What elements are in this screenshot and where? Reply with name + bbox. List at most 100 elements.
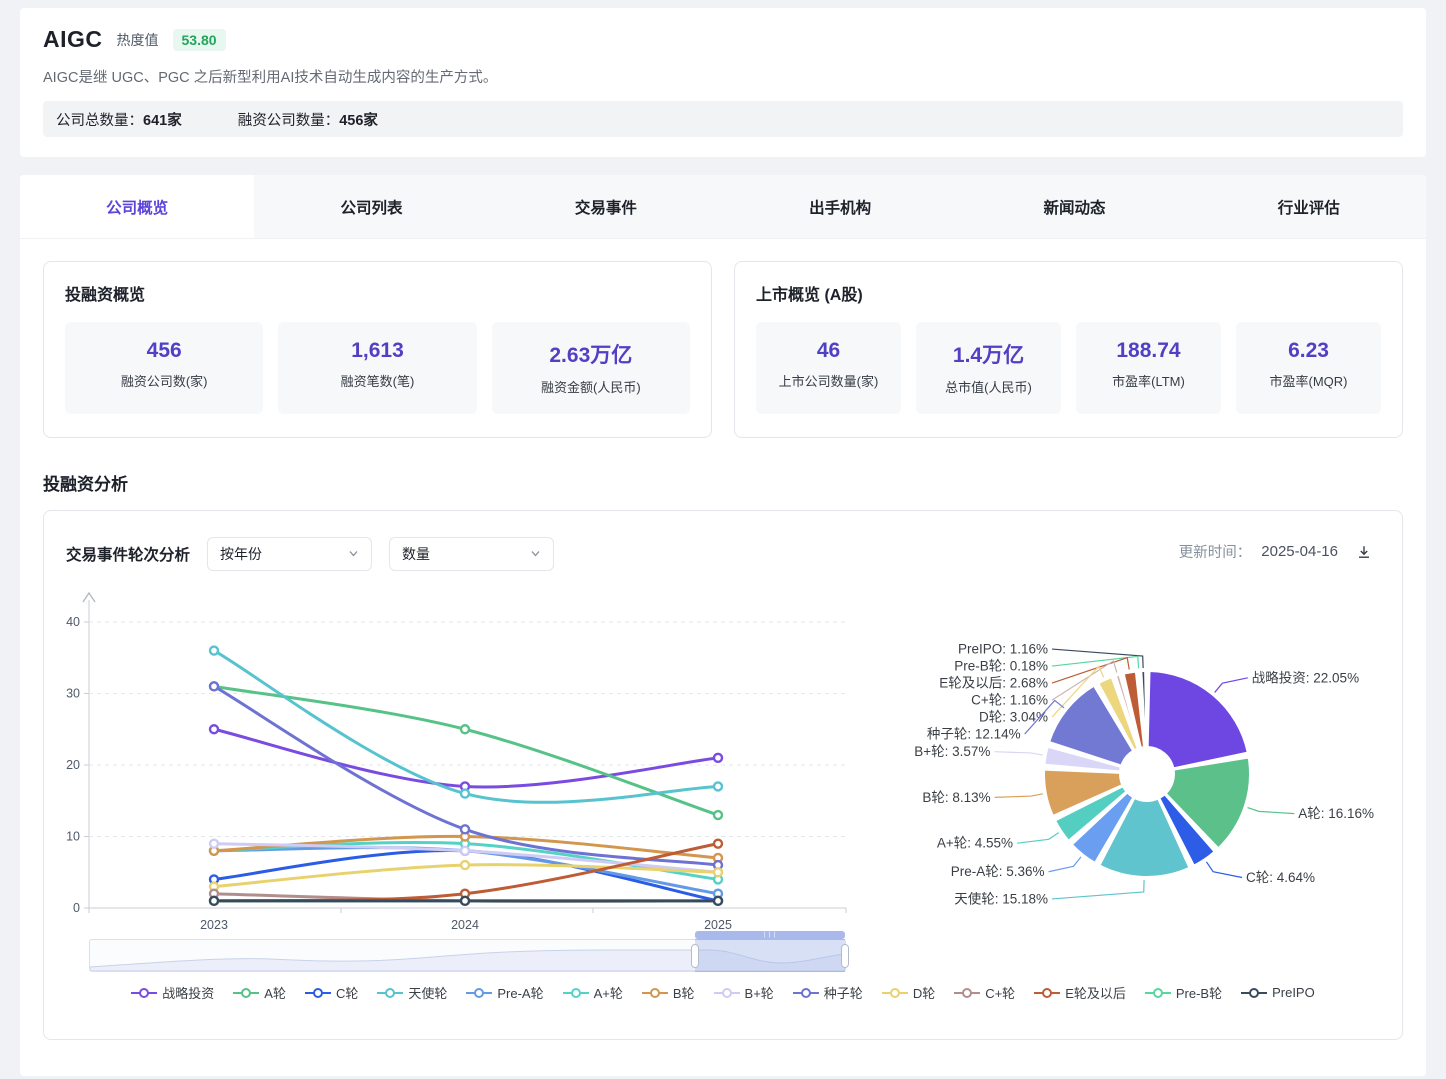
pie-label: A轮: 16.16% [1298,806,1374,821]
legend-label: B轮 [673,983,695,1002]
datazoom-left-handle[interactable] [691,944,699,968]
page-title: AIGC [43,26,103,53]
overview-cards-row: 投融资概览 456 融资公司数(家) 1,613 融资笔数(笔) 2.63万亿 … [43,261,1403,438]
legend-item-C+轮[interactable]: C+轮 [954,983,1015,1002]
datazoom-right-handle[interactable] [841,944,849,968]
pie-label: Pre-A轮: 5.36% [951,864,1045,879]
pie-label-line [994,752,1042,755]
tab-0[interactable]: 公司概览 [20,175,254,238]
metric-filter-select[interactable]: 数量 [389,537,554,571]
tab-3[interactable]: 出手机构 [723,175,957,238]
overview-card-title: 投融资概览 [65,281,690,305]
data-point[interactable] [461,861,469,869]
header-card: AIGC 热度值 53.80 AIGC是继 UGC、PGC 之后新型利用AI技术… [20,8,1426,157]
pie-label: C轮: 4.64% [1246,870,1315,885]
data-point[interactable] [210,647,218,655]
pie-label-line [1215,678,1248,693]
heat-value-badge: 53.80 [173,29,226,51]
svg-text:2025: 2025 [704,918,732,932]
data-point[interactable] [210,725,218,733]
svg-text:10: 10 [66,830,80,844]
stat-label: 融资公司数(家) [69,371,259,390]
legend-item-B轮[interactable]: B轮 [642,983,695,1002]
tab-2[interactable]: 交易事件 [489,175,723,238]
data-point[interactable] [714,754,722,762]
pie-label-line [995,794,1043,798]
chart-legend: 战略投资 A轮 C轮 天使轮 Pre-A轮 A+轮 [44,983,1402,1002]
data-point[interactable] [461,790,469,798]
pie-slice[interactable] [1148,671,1248,768]
company-stat: 融资公司数量：456家 [238,109,378,130]
legend-item-Pre-B轮[interactable]: Pre-B轮 [1145,983,1222,1002]
legend-item-A轮[interactable]: A轮 [233,983,286,1002]
stat-value: 2.63万亿 [496,339,686,369]
datazoom-move-handle[interactable]: | | | [695,931,845,939]
data-point[interactable] [210,897,218,905]
chart-title: 交易事件轮次分析 [66,543,190,565]
legend-label: 种子轮 [824,983,863,1002]
stat-tile: 46 上市公司数量(家) [756,322,901,414]
pie-chart: PreIPO: 1.16%Pre-B轮: 0.18%E轮及以后: 2.68%C+… [894,571,1402,933]
data-point[interactable] [714,840,722,848]
legend-label: PreIPO [1272,985,1315,1000]
pie-label: B轮: 8.13% [922,790,990,805]
pie-label: 天使轮: 15.18% [954,890,1048,906]
pie-label-line [1017,833,1059,844]
section-title: 投融资分析 [43,470,1403,495]
legend-marker-icon [466,988,492,998]
tab-1[interactable]: 公司列表 [254,175,488,238]
data-point[interactable] [210,682,218,690]
page: AIGC 热度值 53.80 AIGC是继 UGC、PGC 之后新型利用AI技术… [0,0,1446,1076]
year-filter-value: 按年份 [220,544,262,564]
data-point[interactable] [461,825,469,833]
data-point[interactable] [714,897,722,905]
stat-value: 6.23 [1240,339,1377,363]
legend-marker-icon [1145,988,1171,998]
legend-label: C+轮 [985,983,1015,1002]
legend-item-E轮及以后[interactable]: E轮及以后 [1034,983,1126,1002]
stat-tile: 456 融资公司数(家) [65,322,263,414]
legend-marker-icon [305,988,331,998]
legend-marker-icon [1241,988,1267,998]
year-filter-select[interactable]: 按年份 [207,537,372,571]
pie-label: 种子轮: 12.14% [927,727,1021,742]
stat-tile: 188.74 市盈率(LTM) [1076,322,1221,414]
chevron-down-icon [348,546,359,562]
legend-label: 战略投资 [162,983,214,1002]
datazoom-selection[interactable] [695,939,845,972]
legend-marker-icon [954,988,980,998]
stat-label: 上市公司数量(家) [760,371,897,390]
pie-label: C+轮: 1.16% [971,693,1048,708]
tab-5[interactable]: 行业评估 [1192,175,1426,238]
legend-item-战略投资[interactable]: 战略投资 [131,983,214,1002]
data-point[interactable] [714,868,722,876]
data-point[interactable] [461,897,469,905]
data-point[interactable] [714,782,722,790]
data-point[interactable] [461,847,469,855]
legend-item-PreIPO[interactable]: PreIPO [1241,983,1315,1002]
data-point[interactable] [210,840,218,848]
pie-label: D轮: 3.04% [979,710,1048,725]
legend-label: Pre-A轮 [497,983,543,1002]
legend-item-天使轮[interactable]: 天使轮 [377,983,447,1002]
legend-item-Pre-A轮[interactable]: Pre-A轮 [466,983,543,1002]
legend-item-C轮[interactable]: C轮 [305,983,358,1002]
legend-item-A+轮[interactable]: A+轮 [563,983,623,1002]
tab-4[interactable]: 新闻动态 [957,175,1191,238]
legend-item-D轮[interactable]: D轮 [882,983,935,1002]
stat-value: 188.74 [1080,339,1217,363]
data-point[interactable] [461,725,469,733]
pie-label: 战略投资: 22.05% [1252,670,1359,685]
heat-label: 热度值 [117,30,159,50]
datazoom-slider[interactable]: | | | [89,939,846,972]
pie-label: PreIPO: 1.16% [958,642,1048,657]
pie-label-line [1248,808,1295,814]
download-icon[interactable] [1356,544,1372,560]
pie-label-line [1206,862,1242,878]
legend-marker-icon [882,988,908,998]
data-point[interactable] [714,811,722,819]
legend-item-B+轮[interactable]: B+轮 [714,983,774,1002]
stat-label: 总市值(人民币) [920,377,1057,396]
legend-item-种子轮[interactable]: 种子轮 [793,983,863,1002]
stat-label: 市盈率(LTM) [1080,371,1217,390]
